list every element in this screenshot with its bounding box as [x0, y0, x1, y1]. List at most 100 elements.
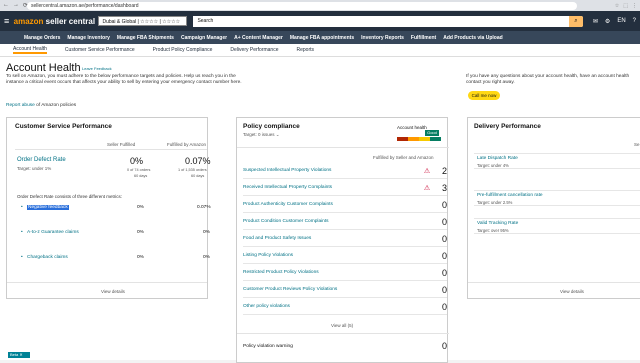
pc-row-label: Product Condition Customer Complaints — [243, 219, 329, 224]
tab-account-health[interactable]: Account Health — [13, 46, 47, 54]
tab-customer-service[interactable]: Customer Service Performance — [65, 47, 135, 53]
address-bar[interactable]: sellercentral.amazon.ae/performance/dash… — [27, 1, 577, 10]
nav-campaign-manager[interactable]: Campaign Manager — [181, 35, 227, 41]
health-bar — [397, 137, 441, 141]
nav-manage-orders[interactable]: Manage Orders — [24, 35, 60, 41]
pc-column-header: Fulfilled by Seller and Amazon — [373, 155, 434, 160]
pc-row-label: Received Intellectual Property Complaint… — [243, 185, 333, 190]
menu-icon[interactable]: ⋮ — [632, 3, 637, 9]
odr-metrics-note: Order Defect Rate consists of three diff… — [17, 194, 122, 199]
metric-negative-feedback[interactable]: Negative feedback — [27, 205, 69, 210]
intro-text: To sell on Amazon, you must adhere to th… — [6, 74, 242, 85]
pc-row[interactable]: Suspected Intellectual Property Violatio… — [243, 163, 447, 179]
metric-amazon-value: 0.07% — [197, 205, 211, 210]
pc-row-label: Food and Product Safety Issues — [243, 236, 312, 241]
health-bar-red — [397, 137, 408, 141]
pc-row[interactable]: Received Intellectual Property Complaint… — [243, 180, 447, 196]
pc-row-label: Listing Policy Violations — [243, 253, 294, 258]
language-icon[interactable]: EN — [617, 18, 625, 25]
tab-delivery[interactable]: Delivery Performance — [230, 47, 278, 53]
delivery-performance-card: Delivery Performance Se Late Dispatch Ra… — [467, 117, 640, 299]
pc-row[interactable]: Food and Product Safety Issues 0 — [243, 231, 447, 247]
nav-fulfillment[interactable]: Fulfillment — [411, 35, 436, 41]
dp-row-label: Valid Tracking Rate — [477, 221, 519, 226]
csp-title: Customer Service Performance — [15, 123, 112, 130]
pc-view-all[interactable]: View all (5) — [331, 323, 353, 328]
search-input[interactable]: Search — [193, 15, 569, 27]
health-bar-yellow — [419, 137, 430, 141]
account-health-label: Account health — [397, 125, 427, 130]
dp-row-target: Target: over 95% — [477, 228, 509, 233]
dp-column-header: Se — [634, 142, 640, 147]
sub-tabs: Account Health Customer Service Performa… — [0, 44, 640, 57]
browser-nav[interactable]: ← → ⟳ — [3, 2, 28, 9]
seller-topbar: ≡ amazon seller central Dubai & Global |… — [0, 11, 640, 31]
odr-seller-sub: 0 of 74 orders — [127, 168, 151, 172]
pc-row-label: Restricted Product Policy Violations — [243, 270, 319, 275]
amazon-logo[interactable]: amazon seller central — [14, 17, 99, 26]
pc-row[interactable]: Product Condition Customer Complaints 0 — [243, 214, 447, 230]
odr-target: Target: under 1% — [17, 166, 52, 171]
tab-reports[interactable]: Reports — [297, 47, 315, 53]
metric-seller-value: 0% — [137, 255, 144, 260]
browser-bar: ← → ⟳ sellercentral.amazon.ae/performance/… — [0, 0, 640, 11]
search-bar[interactable]: Search ⌕ — [193, 15, 583, 27]
tab-product-policy[interactable]: Product Policy Compliance — [153, 47, 213, 53]
chevron-down-icon: ⌄ — [275, 132, 280, 137]
nav-manage-inventory[interactable]: Manage Inventory — [67, 35, 110, 41]
odr-amazon-value: 0.07% — [185, 156, 211, 166]
dp-row[interactable]: Valid Tracking Rate Target: over 95% — [474, 218, 640, 234]
dp-row[interactable]: Pre-fulfillment cancellation rate Target:… — [474, 190, 640, 206]
dp-view-details[interactable]: View details — [560, 289, 584, 294]
bullet-icon: • — [21, 205, 23, 210]
csp-view-details[interactable]: View details — [101, 289, 125, 294]
pc-row[interactable]: Other policy violations 0 — [243, 299, 447, 315]
main-nav: Manage Orders Manage Inventory Manage FB… — [0, 31, 640, 44]
pc-row[interactable]: Product Authenticity Customer Complaints… — [243, 197, 447, 213]
back-icon[interactable]: ← — [3, 2, 9, 9]
pc-row[interactable]: Listing Policy Violations 0 — [243, 248, 447, 264]
pc-row[interactable]: Restricted Product Policy Violations 0 — [243, 265, 447, 281]
metric-atoz-claims[interactable]: A-to-z Guarantee claims — [27, 230, 79, 235]
help-icon[interactable]: ? — [633, 18, 636, 25]
mail-icon[interactable]: ✉ — [593, 18, 598, 25]
gear-icon[interactable]: ⚙ — [605, 18, 610, 25]
policy-warning-value: 0 — [441, 341, 447, 351]
odr-seller-value: 0% — [130, 156, 144, 166]
nav-inventory-reports[interactable]: Inventory Reports — [361, 35, 404, 41]
beta-tag[interactable]: Beta ✕ — [8, 352, 30, 358]
dp-row[interactable]: Late Dispatch Rate Target: under 4% — [474, 153, 640, 169]
dp-row-target: Target: under 2.5% — [477, 200, 513, 205]
odr-label[interactable]: Order Defect Rate — [17, 157, 66, 163]
metric-chargeback-claims[interactable]: Chargeback claims — [27, 255, 68, 260]
pc-row-label: Other policy violations — [243, 304, 290, 309]
call-me-now-button[interactable]: Call me now — [468, 91, 500, 100]
leave-feedback-link[interactable]: Leave Feedback — [82, 66, 112, 71]
metric-seller-value: 0% — [137, 205, 144, 210]
health-status-badge: Good — [425, 130, 439, 136]
nav-fba-shipments[interactable]: Manage FBA Shipments — [117, 35, 174, 41]
report-abuse-link[interactable]: Report abuse — [6, 103, 35, 108]
nav-add-products[interactable]: Add Products via Upload — [443, 35, 502, 41]
pc-row-label: Customer Product Reviews Policy Violatio… — [243, 287, 338, 292]
hamburger-icon[interactable]: ≡ — [4, 16, 14, 26]
pc-row-value: 3 — [441, 182, 447, 193]
search-icon[interactable]: ⌕ — [568, 15, 583, 27]
account-selector[interactable]: Dubai & Global | ☆☆☆☆ | ☆☆☆☆ — [98, 16, 188, 26]
dp-row-label: Late Dispatch Rate — [477, 156, 518, 161]
pc-row-value: 0 — [441, 250, 447, 261]
pc-row[interactable]: Customer Product Reviews Policy Violatio… — [243, 282, 447, 298]
csp-metric-row: • Chargeback claims 0% 0% — [17, 255, 210, 265]
dp-title: Delivery Performance — [474, 123, 541, 130]
star-icon[interactable]: ☆ — [615, 3, 619, 9]
nav-fba-appointments[interactable]: Manage FBA appointments — [290, 35, 354, 41]
health-bar-orange — [408, 137, 419, 141]
forward-icon[interactable]: → — [13, 2, 19, 9]
nav-a-plus-content[interactable]: A+ Content Manager — [234, 35, 283, 41]
bullet-icon: • — [21, 255, 23, 260]
policy-warning-row[interactable]: Policy violation warning 0 — [243, 338, 447, 354]
pc-target[interactable]: Target: 0 issues ⌄ — [243, 132, 280, 138]
report-abuse: Report abuse of Amazon policies — [6, 103, 77, 108]
puzzle-icon[interactable]: ⬚ — [623, 3, 628, 9]
odr-amazon-days: 60 days — [191, 174, 205, 178]
